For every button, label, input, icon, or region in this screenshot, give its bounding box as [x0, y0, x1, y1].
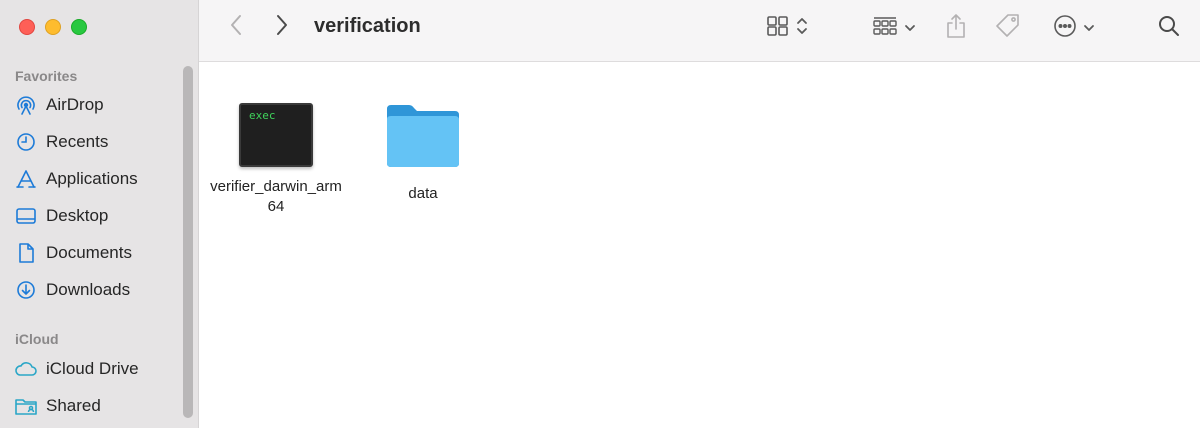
maximize-window-button[interactable] [71, 19, 87, 35]
more-actions-button[interactable] [1049, 14, 1099, 42]
sidebar-section-favorites: Favorites [15, 68, 78, 84]
sidebar-item-icloud-drive[interactable]: iCloud Drive [14, 354, 139, 384]
group-button[interactable] [867, 14, 921, 42]
file-item-exec[interactable]: exec verifier_darwin_arm64 [206, 103, 346, 217]
window-controls [19, 19, 87, 35]
file-item-folder[interactable]: data [353, 101, 493, 204]
back-button[interactable] [223, 14, 249, 40]
sidebar-section-icloud: iCloud [15, 331, 59, 347]
main-pane: verification exec verifier_darwin_arm64 … [199, 0, 1200, 428]
clock-icon [14, 130, 38, 154]
download-icon [14, 278, 38, 302]
back-icon [229, 14, 243, 41]
sidebar-item-label: Downloads [46, 280, 131, 299]
file-name: data [408, 185, 438, 202]
view-mode-button[interactable] [759, 14, 815, 42]
sidebar-scrollbar[interactable] [183, 66, 193, 418]
tag-button[interactable] [992, 13, 1024, 43]
sidebar-item-recents[interactable]: Recents [14, 127, 108, 157]
sidebar-item-label: Applications [46, 169, 138, 188]
group-icon [872, 15, 898, 42]
sidebar-item-label: Desktop [46, 206, 109, 225]
file-browser[interactable]: exec verifier_darwin_arm64 data [199, 63, 1200, 428]
cloud-icon [14, 357, 38, 381]
toolbar: verification [199, 0, 1200, 62]
sidebar-item-shared[interactable]: Shared [14, 391, 101, 421]
sidebar-item-label: Documents [46, 243, 132, 262]
sidebar-item-airdrop[interactable]: AirDrop [14, 90, 104, 120]
sidebar-item-label: Recents [46, 132, 109, 151]
sidebar-item-desktop[interactable]: Desktop [14, 201, 108, 231]
desktop-icon [14, 204, 38, 228]
sidebar-item-label: AirDrop [46, 95, 104, 114]
forward-icon [275, 14, 289, 41]
share-button[interactable] [941, 12, 971, 44]
sidebar-item-documents[interactable]: Documents [14, 238, 132, 268]
minimize-window-button[interactable] [45, 19, 61, 35]
document-icon [14, 241, 38, 265]
share-icon [945, 12, 967, 45]
folder-icon [383, 101, 463, 176]
sidebar-item-label: Shared [46, 396, 101, 415]
chevron-down-icon [1083, 19, 1095, 37]
tag-icon [994, 12, 1022, 45]
file-name: verifier_darwin_arm64 [210, 178, 342, 215]
sidebar: Favorites AirDrop Recents Applications D… [0, 0, 199, 428]
applications-icon [14, 167, 38, 191]
chevron-down-icon [904, 19, 916, 37]
grid-view-icon [766, 14, 790, 43]
sidebar-item-downloads[interactable]: Downloads [14, 275, 130, 305]
window-title: verification [314, 15, 421, 37]
sidebar-item-label: iCloud Drive [46, 359, 139, 378]
shared-folder-icon [14, 394, 38, 418]
search-button[interactable] [1154, 14, 1184, 42]
executable-icon: exec [239, 103, 313, 167]
close-window-button[interactable] [19, 19, 35, 35]
finder-window: Favorites AirDrop Recents Applications D… [0, 0, 1200, 428]
forward-button[interactable] [269, 14, 295, 40]
exec-badge: exec [249, 109, 276, 122]
airdrop-icon [14, 93, 38, 117]
more-icon [1053, 14, 1077, 43]
chevron-updown-icon [796, 16, 808, 41]
search-icon [1157, 14, 1181, 43]
sidebar-item-applications[interactable]: Applications [14, 164, 138, 194]
